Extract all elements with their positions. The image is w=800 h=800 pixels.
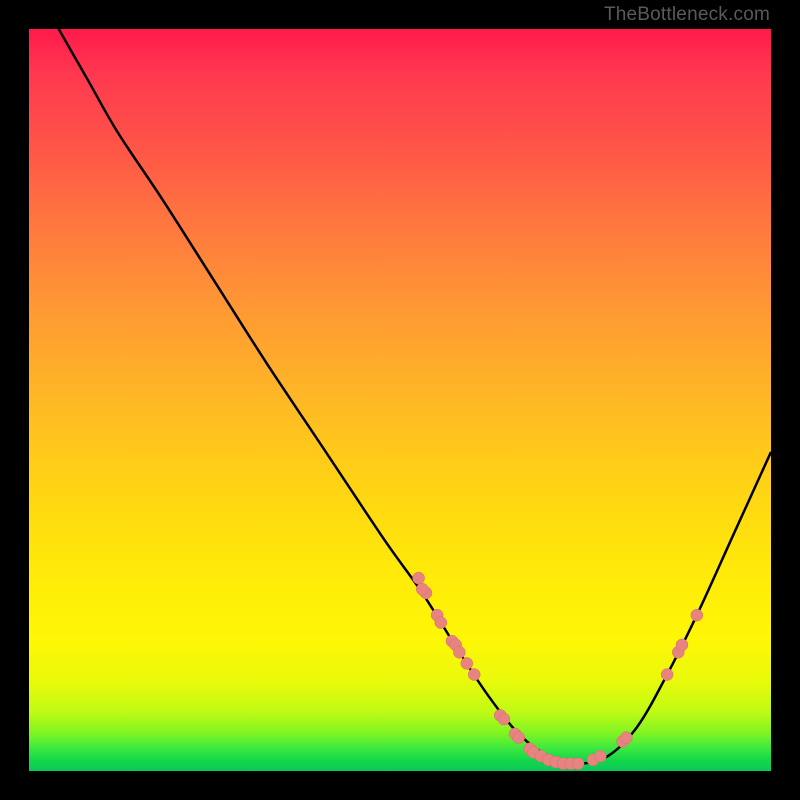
data-point: [594, 750, 606, 762]
data-point: [468, 669, 480, 681]
data-point: [691, 609, 703, 621]
data-markers: [413, 572, 703, 770]
bottleneck-curve: [59, 29, 771, 764]
data-point: [416, 583, 428, 595]
chart-svg: [29, 29, 771, 771]
data-point: [435, 617, 447, 629]
data-point: [498, 713, 510, 725]
data-point: [413, 572, 425, 584]
data-point: [620, 732, 632, 744]
data-point: [676, 639, 688, 651]
data-point: [461, 657, 473, 669]
data-point: [661, 669, 673, 681]
plot-area: [29, 29, 771, 771]
chart-container: [29, 29, 771, 771]
watermark-text: TheBottleneck.com: [604, 4, 770, 26]
data-point: [572, 758, 584, 770]
data-point: [513, 732, 525, 744]
data-point: [453, 646, 465, 658]
